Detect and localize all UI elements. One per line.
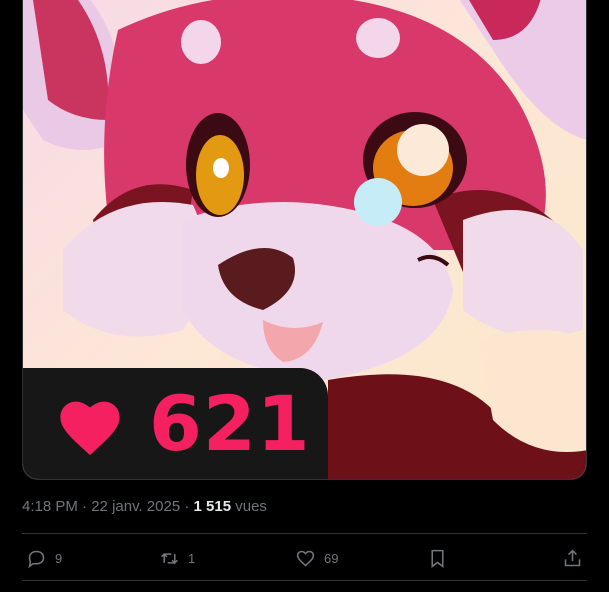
bookmark-button[interactable] [427, 536, 448, 580]
retweet-icon [161, 552, 178, 564]
tweet-meta: 4:18 PM · 22 janv. 2025 · 1 515 vues [22, 498, 267, 515]
bookmark-icon [431, 549, 444, 568]
tweet-time[interactable]: 4:18 PM [22, 498, 78, 515]
tweet-date[interactable]: 22 janv. 2025 [91, 498, 180, 515]
meta-separator: · [184, 498, 190, 515]
like-button[interactable]: 69 [295, 536, 338, 580]
divider [22, 533, 587, 534]
like-count: 69 [324, 550, 339, 566]
views-label: vues [235, 498, 267, 515]
share-icon [564, 549, 581, 566]
divider [22, 580, 587, 581]
share-button[interactable] [562, 536, 583, 580]
tweet-media-image[interactable]: 621 [22, 0, 587, 480]
tweet-action-bar: 9 1 69 [22, 536, 587, 580]
reply-button[interactable]: 9 [26, 536, 62, 580]
retweet-count: 1 [188, 550, 196, 566]
reply-count: 9 [55, 550, 63, 566]
heart-icon [60, 401, 120, 456]
like-count-overlay-number: 621 [149, 379, 311, 468]
reply-icon [28, 550, 45, 568]
heart-outline-icon [296, 550, 315, 567]
like-count-overlay: 621 [23, 368, 328, 479]
views-count: 1 515 [193, 498, 232, 515]
retweet-button[interactable]: 1 [159, 536, 195, 580]
meta-separator: · [82, 498, 88, 515]
